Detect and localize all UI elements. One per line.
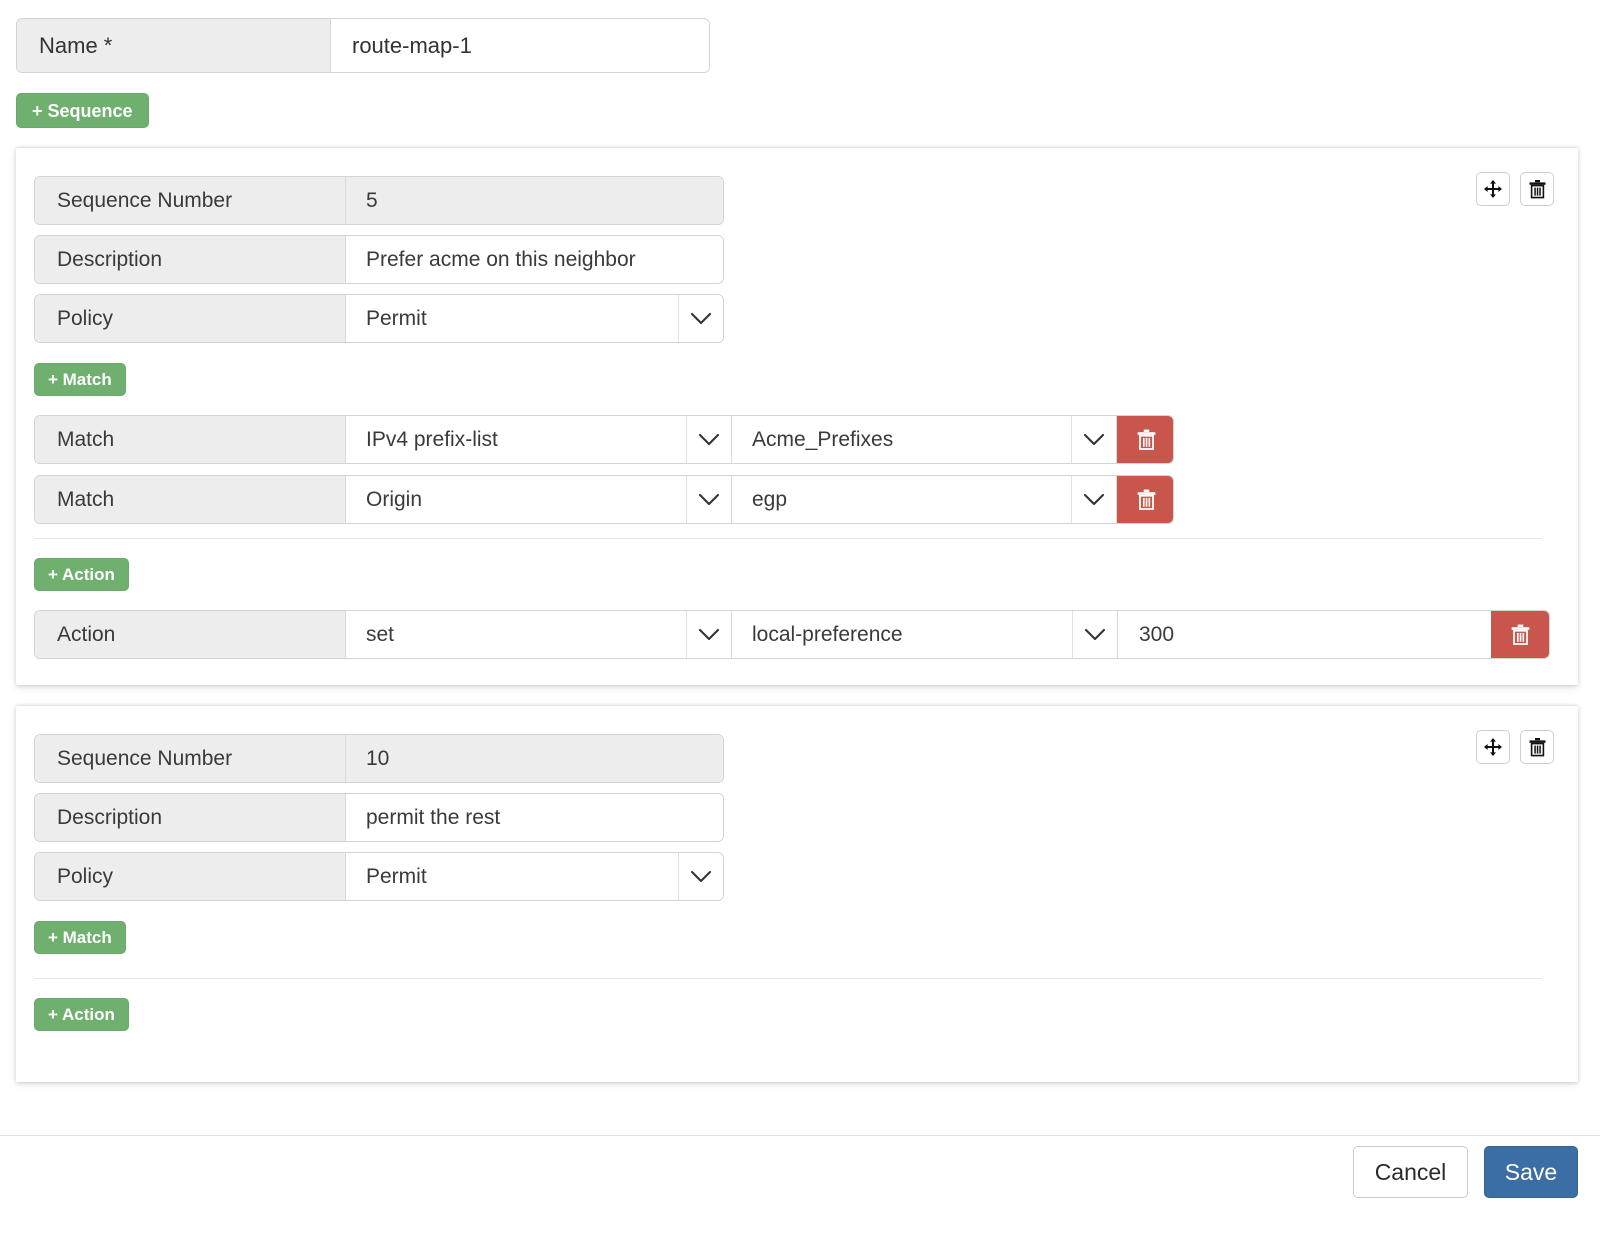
sequence-number-label: Sequence Number <box>35 177 346 224</box>
action-attribute-value: local-preference <box>752 622 903 646</box>
match-type-value: Origin <box>366 487 423 511</box>
policy-select[interactable]: Permit <box>346 853 723 900</box>
route-map-editor: Name * route-map-1 + Sequence Sequence N… <box>0 0 1600 1236</box>
sequence-number-row: Sequence Number 5 <box>34 176 724 225</box>
add-action-button[interactable]: + Action <box>34 558 129 591</box>
name-label: Name * <box>17 19 331 72</box>
action-label: Action <box>35 611 346 658</box>
match-type-select[interactable]: Origin <box>346 476 732 523</box>
policy-row: Policy Permit <box>34 852 724 901</box>
policy-label: Policy <box>35 295 346 342</box>
chevron-down-icon <box>678 295 723 342</box>
chevron-down-icon <box>678 853 723 900</box>
match-value: egp <box>752 487 788 511</box>
add-action-button[interactable]: + Action <box>34 998 129 1031</box>
move-icon[interactable] <box>1476 730 1510 764</box>
sequence-number-value: 10 <box>346 735 723 782</box>
match-label: Match <box>35 476 346 523</box>
delete-match-button[interactable] <box>1117 416 1173 463</box>
match-value-select[interactable]: Acme_Prefixes <box>732 416 1117 463</box>
match-type-select[interactable]: IPv4 prefix-list <box>346 416 732 463</box>
description-label: Description <box>35 794 346 841</box>
description-row: Description permit the rest <box>34 793 724 842</box>
sequence-panel-tools <box>1476 730 1554 764</box>
trash-icon[interactable] <box>1520 172 1554 206</box>
add-match-button[interactable]: + Match <box>34 921 126 954</box>
policy-label: Policy <box>35 853 346 900</box>
delete-match-button[interactable] <box>1117 476 1173 523</box>
chevron-down-icon <box>1071 416 1116 463</box>
chevron-down-icon <box>686 416 731 463</box>
description-input[interactable]: permit the rest <box>346 794 723 841</box>
section-divider <box>34 538 1542 539</box>
chevron-down-icon <box>1071 476 1116 523</box>
name-input[interactable]: route-map-1 <box>331 19 709 72</box>
match-row: Match Origin egp <box>34 475 1174 524</box>
add-match-button[interactable]: + Match <box>34 363 126 396</box>
policy-value: Permit <box>366 306 427 330</box>
match-value-select[interactable]: egp <box>732 476 1117 523</box>
sequence-panel-tools <box>1476 172 1554 206</box>
description-input[interactable]: Prefer acme on this neighbor <box>346 236 723 283</box>
description-row: Description Prefer acme on this neighbor <box>34 235 724 284</box>
action-operation-select[interactable]: set <box>346 611 732 658</box>
delete-action-button[interactable] <box>1491 611 1549 658</box>
action-operation-value: set <box>366 622 395 646</box>
move-icon[interactable] <box>1476 172 1510 206</box>
cancel-button[interactable]: Cancel <box>1353 1146 1468 1198</box>
description-label: Description <box>35 236 346 283</box>
policy-value: Permit <box>366 864 427 888</box>
sequence-number-row: Sequence Number 10 <box>34 734 724 783</box>
action-attribute-select[interactable]: local-preference <box>732 611 1118 658</box>
sequence-panel: Sequence Number 5 Description Prefer acm… <box>16 147 1578 685</box>
sequence-number-value: 5 <box>346 177 723 224</box>
sequence-panel: Sequence Number 10 Description permit th… <box>16 705 1578 1082</box>
match-value: Acme_Prefixes <box>752 427 894 451</box>
sequence-number-label: Sequence Number <box>35 735 346 782</box>
add-sequence-button[interactable]: + Sequence <box>16 93 149 128</box>
chevron-down-icon <box>686 611 731 658</box>
save-button[interactable]: Save <box>1484 1146 1578 1198</box>
match-type-value: IPv4 prefix-list <box>366 427 498 451</box>
action-row: Action set local-preference 300 <box>34 610 1550 659</box>
footer-divider <box>0 1135 1600 1136</box>
match-label: Match <box>35 416 346 463</box>
policy-select[interactable]: Permit <box>346 295 723 342</box>
section-divider <box>34 978 1542 979</box>
chevron-down-icon <box>1072 611 1117 658</box>
policy-row: Policy Permit <box>34 294 724 343</box>
trash-icon[interactable] <box>1520 730 1554 764</box>
name-field-row: Name * route-map-1 <box>16 18 710 73</box>
chevron-down-icon <box>686 476 731 523</box>
footer-actions: Cancel Save <box>1353 1146 1578 1198</box>
action-value-input[interactable]: 300 <box>1118 611 1491 658</box>
match-row: Match IPv4 prefix-list Acme_Prefixes <box>34 415 1174 464</box>
